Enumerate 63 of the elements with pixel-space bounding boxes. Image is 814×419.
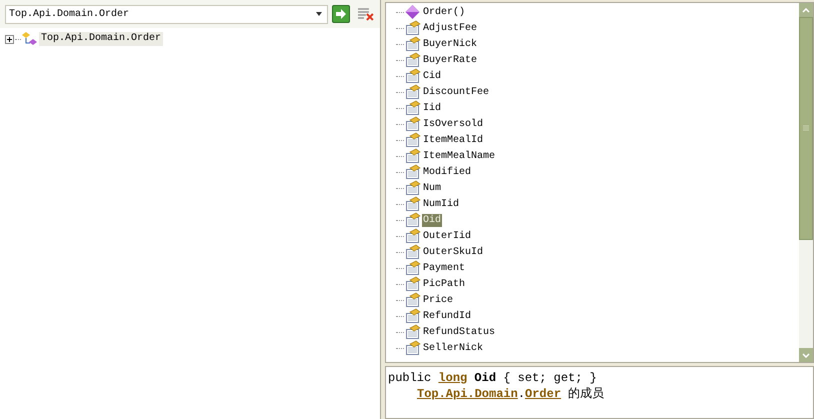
property-icon bbox=[404, 340, 421, 356]
member-item[interactable]: IsOversold bbox=[422, 118, 484, 130]
member-item[interactable]: AdjustFee bbox=[422, 22, 478, 34]
method-icon bbox=[404, 4, 421, 20]
member-item[interactable]: ItemMealName bbox=[422, 150, 496, 162]
member-item[interactable]: Cid bbox=[422, 70, 442, 82]
property-icon bbox=[404, 308, 421, 324]
property-icon bbox=[404, 276, 421, 292]
member-item[interactable]: Modified bbox=[422, 166, 472, 178]
member-item[interactable]: OuterIid bbox=[422, 230, 472, 242]
scrollbar[interactable] bbox=[799, 3, 813, 362]
chevron-down-icon bbox=[802, 352, 810, 358]
property-icon bbox=[404, 68, 421, 84]
property-icon bbox=[404, 52, 421, 68]
member-of-text: Top.Api.Domain.Order 的成员 bbox=[416, 386, 606, 402]
member-item[interactable]: RefundStatus bbox=[422, 326, 496, 338]
type-link[interactable]: Order bbox=[525, 387, 562, 401]
member-item[interactable]: SellerNick bbox=[422, 342, 484, 354]
property-icon bbox=[404, 164, 421, 180]
tree-item[interactable]: Top.Api.Domain.Order bbox=[39, 32, 164, 46]
member-item[interactable]: BuyerNick bbox=[422, 38, 478, 50]
clear-search-icon[interactable] bbox=[357, 6, 375, 22]
go-button[interactable] bbox=[332, 5, 350, 23]
grip-icon bbox=[803, 125, 809, 132]
property-icon bbox=[404, 84, 421, 100]
property-icon bbox=[404, 36, 421, 52]
dropdown-arrow-icon bbox=[315, 12, 324, 16]
member-item[interactable]: NumIid bbox=[422, 198, 460, 210]
property-icon bbox=[404, 116, 421, 132]
class-icon bbox=[22, 31, 38, 47]
property-icon bbox=[404, 292, 421, 308]
chevron-up-icon bbox=[802, 8, 810, 12]
type-link[interactable]: long bbox=[438, 371, 468, 385]
member-item[interactable]: DiscountFee bbox=[422, 86, 490, 98]
browse-field[interactable]: Top.Api.Domain.Order bbox=[5, 4, 328, 24]
scroll-up-button[interactable] bbox=[799, 3, 813, 17]
scroll-thumb[interactable] bbox=[799, 17, 813, 240]
member-item[interactable]: Num bbox=[422, 182, 442, 194]
scroll-down-button[interactable] bbox=[799, 348, 813, 362]
member-item[interactable]: BuyerRate bbox=[422, 54, 478, 66]
type-link[interactable]: Top.Api.Domain bbox=[417, 387, 518, 401]
property-icon bbox=[404, 196, 421, 212]
property-icon bbox=[404, 212, 421, 228]
member-item[interactable]: Iid bbox=[422, 102, 442, 114]
member-item[interactable]: Order() bbox=[422, 6, 466, 18]
member-item[interactable]: Price bbox=[422, 294, 454, 306]
member-item[interactable]: OuterSkuId bbox=[422, 246, 484, 258]
property-icon bbox=[404, 100, 421, 116]
property-icon bbox=[404, 148, 421, 164]
member-item[interactable]: PicPath bbox=[422, 278, 466, 290]
member-item[interactable]: Payment bbox=[422, 262, 466, 274]
property-icon bbox=[404, 132, 421, 148]
property-icon bbox=[404, 260, 421, 276]
member-item[interactable]: ItemMealId bbox=[422, 134, 484, 146]
property-icon bbox=[404, 228, 421, 244]
property-icon bbox=[404, 244, 421, 260]
right-arrow-icon bbox=[335, 9, 348, 19]
member-item[interactable]: RefundId bbox=[422, 310, 472, 322]
property-icon bbox=[404, 180, 421, 196]
property-icon bbox=[404, 20, 421, 36]
property-icon bbox=[404, 324, 421, 340]
expand-icon[interactable] bbox=[5, 34, 14, 44]
member-signature: public long Oid { set; get; } bbox=[388, 370, 598, 386]
